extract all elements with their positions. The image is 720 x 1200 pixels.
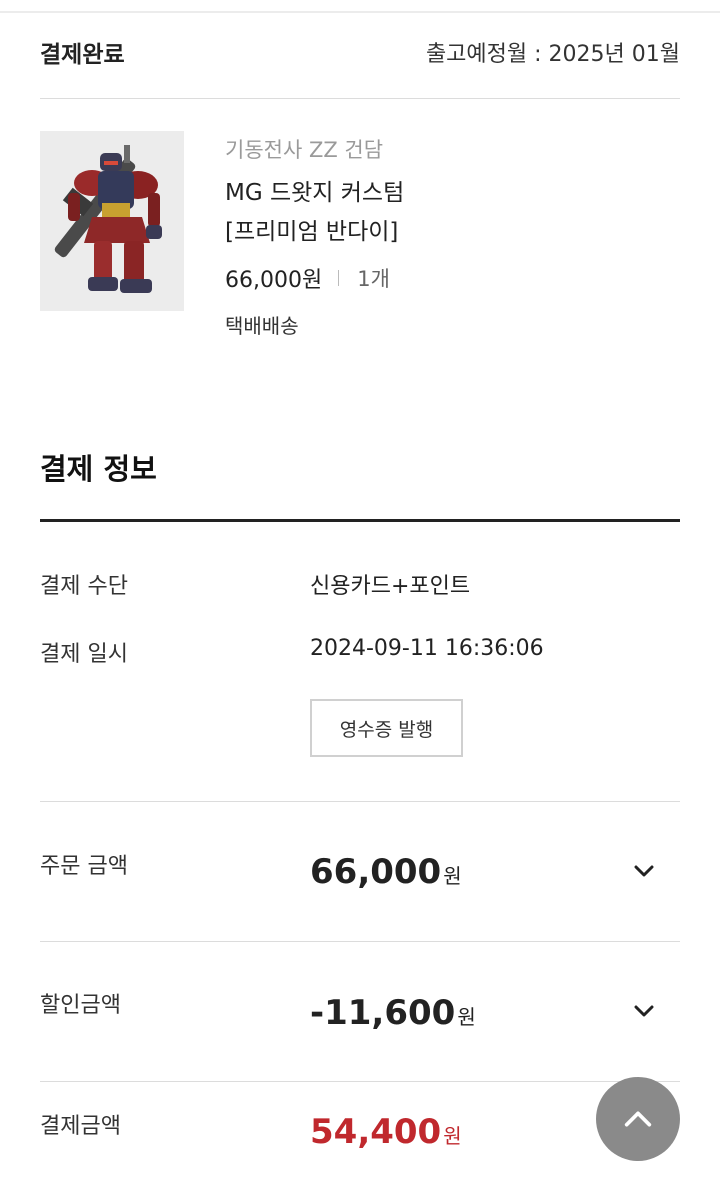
product-name-line2: [프리미엄 반다이] (225, 219, 399, 245)
scroll-top-button[interactable] (596, 1077, 680, 1161)
product-info: 기동전사 ZZ 건담 MG 드왓지 커스텀 [프리미엄 반다이] 66,000원… (225, 132, 665, 344)
payment-section-title: 결제 정보 (40, 452, 157, 486)
order-amount-expand[interactable] (626, 853, 662, 889)
top-divider (0, 11, 720, 13)
chevron-down-icon (634, 865, 654, 877)
discount-amount-expand[interactable] (626, 993, 662, 1029)
payment-method-label: 결제 수단 (40, 574, 128, 599)
total-amount-label: 결제금액 (40, 1114, 121, 1139)
order-amount-label: 주문 금액 (40, 854, 128, 879)
product-quantity: 1개 (357, 267, 390, 291)
product-price: 66,000원 (225, 268, 323, 293)
price-separator (338, 270, 340, 286)
gundam-model-image (40, 131, 184, 311)
receipt-button[interactable]: 영수증 발행 (310, 699, 463, 757)
payment-date-label: 결제 일시 (40, 642, 128, 667)
chevron-down-icon (634, 1005, 654, 1017)
total-amount-number: 54,400 (310, 1112, 442, 1152)
header-divider (40, 98, 680, 99)
order-amount-unit: 원 (443, 864, 462, 888)
order-amount-number: 66,000 (310, 852, 442, 892)
amount-divider-2 (40, 941, 680, 942)
discount-amount-label: 할인금액 (40, 993, 121, 1018)
payment-date-value: 2024-09-11 16:36:06 (310, 636, 544, 661)
payment-method-value: 신용카드+포인트 (310, 574, 471, 599)
product-name-line1: MG 드왓지 커스텀 (225, 180, 405, 206)
delivery-type: 택배배송 (225, 314, 299, 338)
order-status: 결제완료 (40, 42, 125, 68)
ship-date: 출고예정월 : 2025년 01월 (425, 42, 680, 67)
product-name[interactable]: MG 드왓지 커스텀 [프리미엄 반다이] (225, 174, 665, 252)
order-amount-value: 66,000 원 (310, 852, 462, 892)
amount-divider-1 (40, 801, 680, 802)
product-image[interactable] (40, 131, 184, 311)
chevron-up-icon (624, 1111, 652, 1127)
total-amount-unit: 원 (443, 1124, 462, 1148)
discount-amount-number: -11,600 (310, 993, 456, 1033)
section-divider (40, 519, 680, 522)
discount-amount-unit: 원 (457, 1005, 476, 1029)
order-header: 결제완료 출고예정월 : 2025년 01월 (40, 30, 680, 74)
amount-divider-3 (40, 1081, 680, 1082)
discount-amount-value: -11,600 원 (310, 993, 476, 1033)
total-amount-value: 54,400 원 (310, 1112, 462, 1152)
product-category: 기동전사 ZZ 건담 (225, 138, 384, 162)
price-row: 66,000원 1개 (225, 258, 665, 298)
